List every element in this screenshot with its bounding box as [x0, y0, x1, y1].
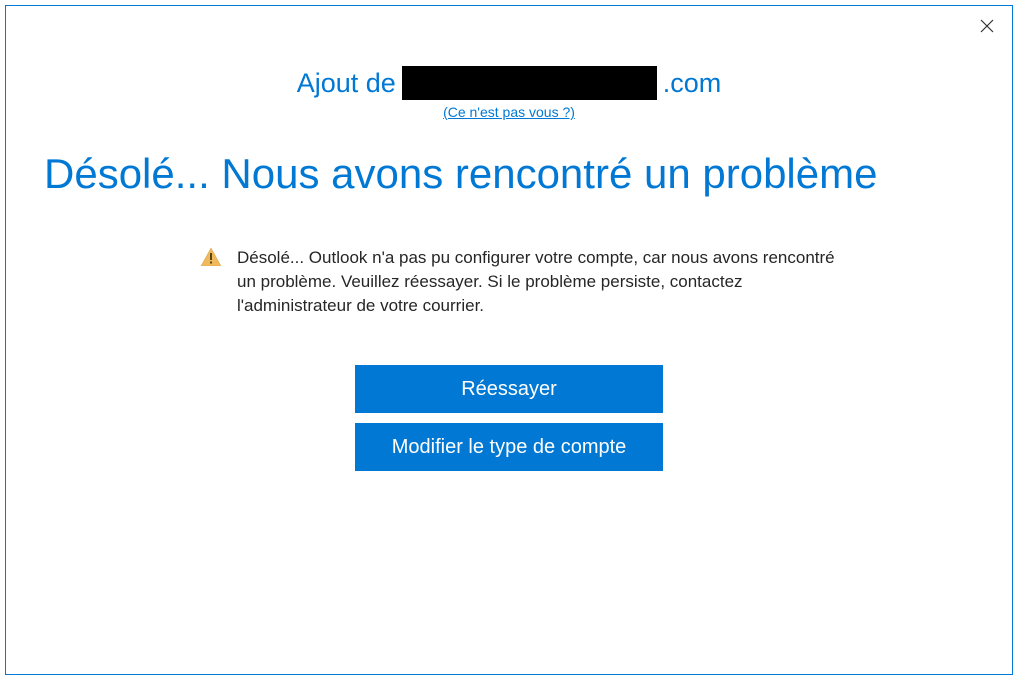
header: Ajout de .com (Ce n'est pas vous ?): [6, 66, 1012, 122]
header-suffix: .com: [663, 68, 722, 99]
change-account-type-button[interactable]: Modifier le type de compte: [355, 423, 663, 471]
header-prefix: Ajout de: [297, 68, 396, 99]
header-line: Ajout de .com: [6, 66, 1012, 100]
button-stack: Réessayer Modifier le type de compte: [6, 365, 1012, 471]
error-heading: Désolé... Nous avons rencontré un problè…: [44, 150, 1012, 198]
error-message-row: Désolé... Outlook n'a pas pu configurer …: [201, 246, 851, 317]
not-you-link[interactable]: (Ce n'est pas vous ?): [443, 104, 575, 120]
warning-icon: [201, 248, 221, 271]
account-setup-dialog: Ajout de .com (Ce n'est pas vous ?) Déso…: [5, 5, 1013, 675]
redacted-email: [402, 66, 657, 100]
error-message-text: Désolé... Outlook n'a pas pu configurer …: [237, 246, 851, 317]
not-you-container: (Ce n'est pas vous ?): [6, 104, 1012, 122]
close-button[interactable]: [977, 16, 997, 36]
retry-button[interactable]: Réessayer: [355, 365, 663, 413]
close-icon: [980, 19, 994, 33]
